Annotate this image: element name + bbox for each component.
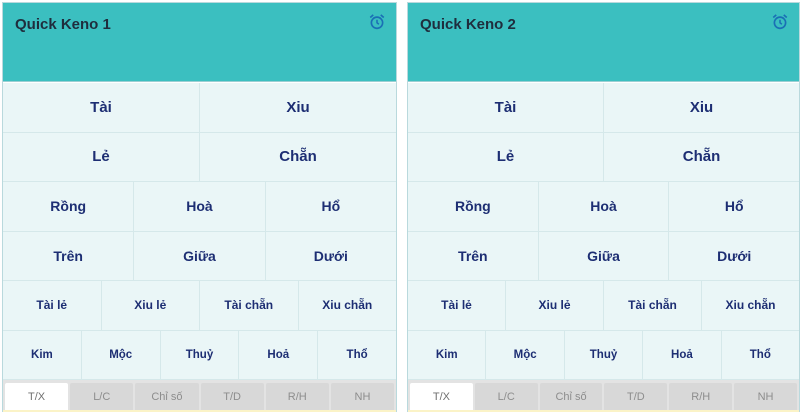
board-header: Quick Keno 1 <box>3 3 396 82</box>
bet-option-ho[interactable]: Hổ <box>669 182 799 231</box>
bet-option-xiu-le[interactable]: Xiu lẻ <box>101 281 200 330</box>
bet-option-kim[interactable]: Kim <box>3 330 82 379</box>
alarm-clock-icon[interactable] <box>771 13 789 31</box>
bet-option-le[interactable]: Lẻ <box>3 132 200 181</box>
bet-option-moc[interactable]: Mộc <box>486 330 565 379</box>
tab-rh[interactable]: R/H <box>669 383 733 410</box>
bet-option-xiu[interactable]: Xiu <box>200 83 396 132</box>
bet-option-kim[interactable]: Kim <box>408 330 487 379</box>
tab-td[interactable]: T/D <box>604 383 668 410</box>
board-header: Quick Keno 2 <box>408 3 799 82</box>
bet-option-tai-chan[interactable]: Tài chẵn <box>200 281 299 330</box>
bet-grid: Tài Xiu Lẻ Chẵn Rồng Hoà Hổ Trên Giữa Dư… <box>3 82 396 380</box>
bet-option-hoa-element[interactable]: Hoả <box>643 330 722 379</box>
bet-option-hoa[interactable]: Hoà <box>538 182 670 231</box>
board-title: Quick Keno 1 <box>15 16 111 33</box>
bet-option-hoa[interactable]: Hoà <box>134 182 266 231</box>
bet-option-duoi[interactable]: Dưới <box>265 231 396 280</box>
bet-row: Rồng Hoà Hổ <box>408 182 799 232</box>
tab-chi-so[interactable]: Chỉ số <box>135 383 199 410</box>
alarm-clock-icon[interactable] <box>368 13 386 31</box>
bet-option-xiu[interactable]: Xiu <box>604 83 799 132</box>
bet-grid: Tài Xiu Lẻ Chẵn Rồng Hoà Hổ Trên Giữa Dư… <box>408 82 799 380</box>
bet-option-tai[interactable]: Tài <box>3 83 200 132</box>
tab-lc[interactable]: L/C <box>70 383 134 410</box>
tab-rh[interactable]: R/H <box>265 383 329 410</box>
tab-tx[interactable]: T/X <box>5 383 69 410</box>
bet-option-thuy[interactable]: Thuỷ <box>160 330 240 379</box>
bet-option-chan[interactable]: Chẵn <box>604 132 799 181</box>
bet-row: Kim Mộc Thuỷ Hoả Thổ <box>3 330 396 380</box>
bet-option-ho[interactable]: Hổ <box>265 182 396 231</box>
bet-option-chan[interactable]: Chẵn <box>200 132 396 181</box>
bet-option-xiu-le[interactable]: Xiu lẻ <box>506 281 604 330</box>
bet-row: Lẻ Chẵn <box>3 132 396 182</box>
bet-option-le[interactable]: Lẻ <box>408 132 604 181</box>
bet-option-xiu-chan[interactable]: Xiu chẵn <box>702 281 799 330</box>
bet-option-rong[interactable]: Rồng <box>3 182 135 231</box>
bet-option-xiu-chan[interactable]: Xiu chẵn <box>298 281 396 330</box>
tab-td[interactable]: T/D <box>200 383 264 410</box>
bet-option-tai[interactable]: Tài <box>408 83 604 132</box>
stats-tabs: T/X L/C Chỉ số T/D R/H NH <box>3 380 396 410</box>
bet-option-thuy[interactable]: Thuỷ <box>564 330 644 379</box>
bet-row: Tài Xiu <box>3 83 396 133</box>
bet-row: Rồng Hoà Hổ <box>3 182 396 232</box>
bet-row: Tài lẻ Xiu lẻ Tài chẵn Xiu chẵn <box>408 281 799 331</box>
bet-row: Tài lẻ Xiu lẻ Tài chẵn Xiu chẵn <box>3 281 396 331</box>
bet-row: Trên Giữa Dưới <box>3 231 396 281</box>
bet-option-hoa-element[interactable]: Hoả <box>239 330 319 379</box>
bet-option-tai-le[interactable]: Tài lẻ <box>3 281 102 330</box>
bet-option-duoi[interactable]: Dưới <box>669 231 799 280</box>
stats-tabs: T/X L/C Chỉ số T/D R/H NH <box>408 380 799 410</box>
bet-option-tho[interactable]: Thổ <box>721 330 799 379</box>
tab-tx[interactable]: T/X <box>410 383 473 410</box>
bet-option-giua[interactable]: Giữa <box>538 231 670 280</box>
bet-option-tai-chan[interactable]: Tài chẵn <box>604 281 702 330</box>
keno-board-1: Quick Keno 1 Tài Xiu Lẻ Chẵn Rồng Hoà Hổ… <box>2 2 397 412</box>
bet-option-tho[interactable]: Thổ <box>318 330 396 379</box>
bet-row: Kim Mộc Thuỷ Hoả Thổ <box>408 330 799 380</box>
bet-option-moc[interactable]: Mộc <box>81 330 161 379</box>
tab-lc[interactable]: L/C <box>474 383 538 410</box>
bet-row: Tài Xiu <box>408 83 799 133</box>
bet-row: Lẻ Chẵn <box>408 132 799 182</box>
bet-option-tai-le[interactable]: Tài lẻ <box>408 281 506 330</box>
tab-chi-so[interactable]: Chỉ số <box>539 383 603 410</box>
keno-board-2: Quick Keno 2 Tài Xiu Lẻ Chẵn Rồng Hoà Hổ… <box>407 2 800 412</box>
tab-nh[interactable]: NH <box>734 383 797 410</box>
bet-row: Trên Giữa Dưới <box>408 231 799 281</box>
tab-nh[interactable]: NH <box>330 383 395 410</box>
bet-option-rong[interactable]: Rồng <box>408 182 539 231</box>
bet-option-tren[interactable]: Trên <box>3 231 135 280</box>
bet-option-tren[interactable]: Trên <box>408 231 539 280</box>
board-title: Quick Keno 2 <box>420 16 516 33</box>
bet-option-giua[interactable]: Giữa <box>134 231 266 280</box>
